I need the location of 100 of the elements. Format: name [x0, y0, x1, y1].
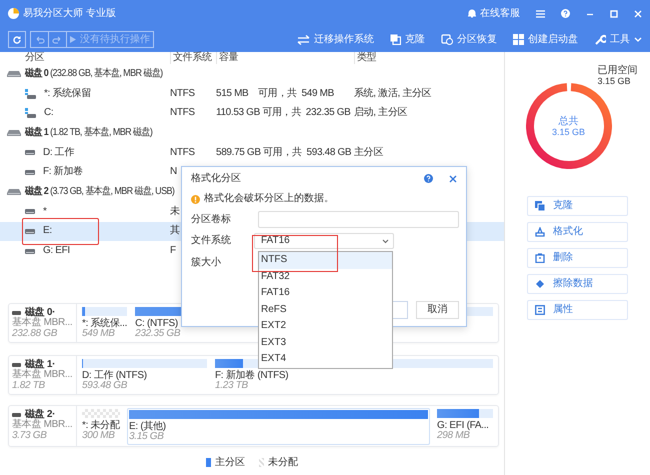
dropdown-option[interactable]: EXT2 — [259, 318, 392, 334]
legend-label: 未分配 — [268, 456, 298, 469]
partition-name: G: EFI (FA... — [437, 420, 489, 431]
undo-icon — [34, 35, 45, 44]
clone-icon — [390, 34, 401, 45]
dropdown-option[interactable]: FAT32 — [259, 268, 392, 285]
partition-name[interactable]: F: 新加卷 — [43, 166, 83, 178]
wipe-button[interactable]: 擦除数据 — [527, 274, 628, 294]
partition-name[interactable]: * — [43, 206, 47, 218]
partition-name[interactable]: E: — [43, 225, 52, 238]
partition-size: 3.15 GB — [129, 432, 164, 443]
disk-label[interactable]: 磁盘 1 (1.82 TB, 基本盘, MBR 磁盘) — [25, 126, 152, 139]
file-system: F — [170, 245, 176, 258]
refresh-button[interactable] — [8, 31, 26, 48]
unallocated-swatch — [259, 458, 264, 468]
partition-name[interactable]: *: 系统保留 — [44, 88, 91, 100]
partition-block[interactable]: E: (其他) 3.15 GB — [127, 408, 430, 445]
disk-size: 232.88 GB — [12, 328, 58, 340]
drive-icon — [25, 170, 35, 175]
disk-type: 基本盘 MBR... — [12, 370, 72, 381]
partition-block[interactable]: G: EFI (FA... 298 MB — [436, 408, 494, 445]
file-system: NTFS — [170, 107, 195, 120]
disk-title: 磁盘 0· — [25, 308, 56, 318]
disk-label[interactable]: 磁盘 0 (232.88 GB, 基本盘, MBR 磁盘) — [25, 68, 163, 80]
dropdown-option[interactable]: EXT3 — [259, 334, 392, 351]
format-button[interactable]: 格式化 — [527, 222, 628, 242]
clone-button[interactable]: 克隆 — [527, 196, 628, 216]
help-icon[interactable] — [424, 174, 433, 183]
bootdisk-button[interactable]: 创建启动盘 — [513, 34, 578, 46]
redo-button[interactable] — [49, 31, 67, 48]
window-title: 易我分区大师 专业版 — [23, 8, 116, 20]
partition-name[interactable]: C: — [44, 107, 54, 120]
caret-icon — [634, 36, 642, 42]
partition-size: 1.23 TB — [215, 381, 248, 392]
partition-block[interactable]: *: 未分配 300 MB — [81, 408, 121, 445]
column-header[interactable]: 分区 — [25, 52, 44, 63]
partition-size: 549 MB — [82, 329, 115, 340]
field-label: 簇大小 — [191, 256, 222, 269]
file-system: NTFS — [170, 88, 195, 100]
disk-size: 3.73 GB — [12, 430, 47, 442]
capacity-text: 515 MB 可用，共 549 MB — [216, 88, 334, 100]
menu-icon[interactable] — [536, 10, 545, 18]
maximize-icon[interactable] — [610, 10, 618, 18]
support-button[interactable]: 在线客服 — [468, 8, 520, 18]
properties-button[interactable]: 属性 — [527, 300, 628, 320]
tools-button[interactable]: 工具 — [594, 34, 642, 46]
system-drive-icon — [25, 108, 36, 118]
clone-button[interactable]: 克隆 — [390, 34, 425, 46]
undo-button[interactable] — [30, 31, 49, 48]
partition-name: F: 新加卷 (NTFS) — [215, 370, 288, 381]
bell-icon — [468, 9, 476, 18]
file-system: 未 — [170, 206, 180, 218]
warning-icon — [191, 194, 200, 204]
partition-type: 启动, 主分区 — [354, 107, 408, 120]
wrench-icon — [594, 34, 606, 46]
field-label: 文件系统 — [191, 235, 232, 248]
legend-label: 主分区 — [215, 456, 245, 469]
migrate-button[interactable]: 迁移操作系统 — [297, 34, 374, 46]
partition-size: 298 MB — [437, 431, 470, 442]
file-system: 其 — [170, 225, 180, 238]
windows-icon — [513, 34, 524, 45]
partition-name: E: (其他) — [129, 422, 166, 432]
recover-button[interactable]: 分区恢复 — [441, 34, 497, 46]
partition-name: *: 未分配 — [82, 420, 120, 431]
close-icon[interactable] — [449, 174, 457, 182]
dropdown-option[interactable]: EXT4 — [259, 351, 392, 368]
play-icon — [70, 36, 76, 43]
partition-name: C: (NTFS) — [135, 318, 178, 329]
column-header[interactable]: 文件系统 — [173, 52, 212, 63]
file-system: N — [170, 166, 177, 178]
disk-title: 磁盘 2· — [25, 410, 56, 420]
partition-type: 系统, 激活, 主分区 — [354, 88, 432, 100]
partition-size: 300 MB — [82, 431, 115, 442]
transfer-icon — [297, 34, 310, 44]
caret-icon — [382, 238, 389, 244]
dropdown-option[interactable]: ReFS — [259, 302, 392, 318]
used-space-value: 3.15 GB — [598, 76, 632, 86]
partition-block[interactable]: *: 系统保... 549 MB — [81, 306, 128, 341]
partition-name[interactable]: G: EFI — [43, 245, 70, 258]
cancel-button[interactable]: 取消 — [416, 301, 459, 319]
partition-size: 232.35 GB — [135, 329, 180, 340]
text-field[interactable] — [258, 211, 459, 228]
capacity-text: 110.53 GB 可用，共 232.35 GB — [216, 107, 350, 120]
disk-label[interactable]: 磁盘 2 (3.73 GB, 基本盘, MBR 磁盘, USB) — [25, 186, 174, 198]
partition-block[interactable]: D: 工作 (NTFS) 593.48 GB — [81, 358, 208, 393]
system-drive-icon — [25, 88, 36, 99]
column-header[interactable]: 容量 — [219, 52, 238, 63]
dropdown-option[interactable]: NTFS — [259, 252, 392, 268]
format-icon — [535, 227, 545, 237]
capacity-text: 589.75 GB 可用，共 593.48 GB — [216, 146, 352, 159]
help-icon[interactable] — [561, 9, 570, 18]
total-value: 3.15 GB — [552, 128, 586, 138]
properties-icon — [535, 305, 545, 315]
dropdown-option[interactable]: FAT16 — [259, 285, 392, 302]
select-field[interactable]: FAT16 — [254, 233, 394, 250]
partition-name[interactable]: D: 工作 — [43, 146, 74, 159]
partition-type: 主分区 — [354, 146, 383, 159]
column-header[interactable]: 类型 — [357, 52, 376, 63]
delete-button[interactable]: 删除 — [527, 248, 628, 268]
warning-text: 格式化会破坏分区上的数据。 — [204, 193, 334, 205]
